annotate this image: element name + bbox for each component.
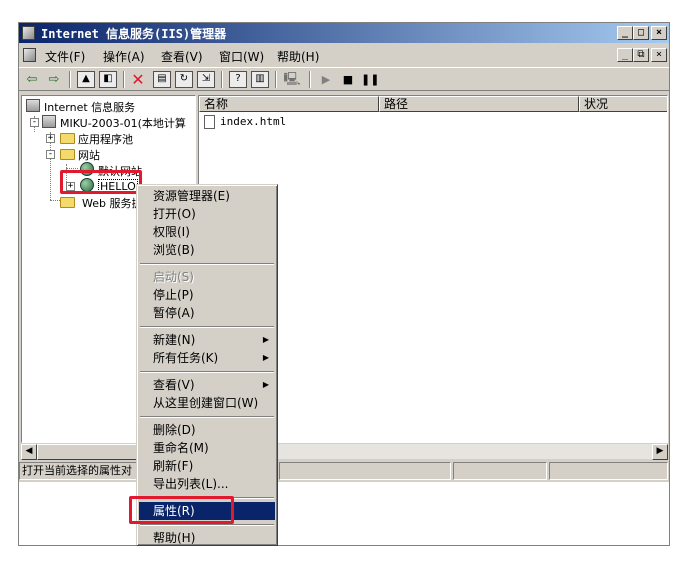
menu-item-new-window[interactable]: 从这里创建窗口(W) [139,394,275,412]
status-panel [453,462,547,480]
file-icon [204,115,215,129]
menu-item-stop[interactable]: 停止(P) [139,286,275,304]
export-list-icon[interactable]: ⇲ [197,71,215,88]
tree-item-web-extensions[interactable]: Web 服务扩 [82,195,142,211]
maximize-button[interactable]: □ [633,26,649,40]
back-arrow-icon[interactable]: ⇦ [23,71,41,88]
console-icon[interactable] [23,48,36,62]
list-item-index-html[interactable]: index.html [220,115,286,128]
menu-item-export-list[interactable]: 导出列表(L)... [139,475,275,493]
menu-item-pause[interactable]: 暂停(A) [139,304,275,322]
show-hide-tree-icon[interactable]: ◧ [99,71,117,88]
column-header-path[interactable]: 路径 [379,96,579,112]
toolbar: ⇦ ⇨ ▲ ◧ ✕ ▤ ↻ ⇲ ? ▥ 🖳 ▶ ■ ❚❚ [19,67,669,91]
minimize-button[interactable]: _ [617,26,633,40]
computer-icon [42,115,56,128]
menu-item-all-tasks[interactable]: 所有任务(K) ▶ [139,349,275,367]
menu-item-view[interactable]: 查看(V) ▶ [139,376,275,394]
column-header-name[interactable]: 名称 [199,96,379,112]
toolbar-separator [221,71,223,88]
menu-item-help[interactable]: 帮助(H) [139,529,275,547]
collapse-toggle[interactable]: - [30,118,39,127]
horizontal-scrollbar[interactable]: ◀ ▶ [21,443,668,460]
menu-action[interactable]: 操作(A) [103,48,145,65]
pause-icon[interactable]: ❚❚ [361,71,379,88]
menu-item-rename[interactable]: 重命名(M) [139,439,275,457]
menu-item-explorer[interactable]: 资源管理器(E) [139,187,275,205]
menu-item-new[interactable]: 新建(N) ▶ [139,331,275,349]
hello-highlight-box [60,170,142,194]
menu-separator [140,326,274,328]
menu-view[interactable]: 查看(V) [161,48,203,65]
show-hide-action-pane-icon[interactable]: ▥ [251,71,269,88]
child-restore-button[interactable]: ⧉ [633,48,649,62]
close-button[interactable]: × [651,26,667,40]
up-level-icon[interactable]: ▲ [77,71,95,88]
menu-separator [140,416,274,418]
tree-item-app-pools[interactable]: 应用程序池 [78,131,133,147]
iis-root-icon [26,99,40,112]
delete-icon[interactable]: ✕ [129,71,147,88]
expand-toggle[interactable]: + [46,134,55,143]
stop-icon[interactable]: ■ [339,71,357,88]
context-menu: 资源管理器(E) 打开(O) 权限(I) 浏览(B) 启动(S) 停止(P) 暂… [136,184,278,546]
properties-highlight-box [129,496,234,524]
column-header-status[interactable]: 状况 [579,96,667,112]
window-title: Internet 信息服务(IIS)管理器 [41,27,227,41]
refresh-icon[interactable]: ↻ [175,71,193,88]
toolbar-separator [123,71,125,88]
toolbar-separator [69,71,71,88]
menu-item-new-label: 新建(N) [153,333,196,347]
properties-icon[interactable]: ▤ [153,71,171,88]
tree-item-websites[interactable]: 网站 [78,147,100,163]
toolbar-separator [275,71,277,88]
help-icon[interactable]: ? [229,71,247,88]
tree-item-computer[interactable]: MIKU-2003-01(本地计算 [60,115,186,131]
submenu-arrow-icon: ▶ [262,380,269,389]
child-close-button[interactable]: × [651,48,667,62]
child-minimize-button[interactable]: _ [617,48,633,62]
folder-icon [60,197,75,208]
scroll-right-button[interactable]: ▶ [652,444,668,460]
status-panel [279,462,451,480]
scroll-left-button[interactable]: ◀ [21,444,37,460]
submenu-arrow-icon: ▶ [262,353,269,362]
menu-window[interactable]: 窗口(W) [219,48,264,65]
menu-separator [140,524,274,526]
computer-icon[interactable]: 🖳 [283,71,301,88]
tree-item-iis-root[interactable]: Internet 信息服务 [44,99,135,115]
menu-separator [140,371,274,373]
menu-item-open[interactable]: 打开(O) [139,205,275,223]
menu-item-refresh[interactable]: 刷新(F) [139,457,275,475]
toolbar-separator [309,71,311,88]
status-bar: 打开当前选择的属性对 [19,461,669,481]
menu-help[interactable]: 帮助(H) [277,48,319,65]
collapse-toggle[interactable]: - [46,150,55,159]
menu-item-all-tasks-label: 所有任务(K) [153,351,219,365]
status-panel [549,462,668,480]
folder-icon [60,133,75,144]
menu-item-browse[interactable]: 浏览(B) [139,241,275,259]
submenu-arrow-icon: ▶ [262,335,269,344]
menu-file[interactable]: 文件(F) [45,48,85,65]
menu-item-permissions[interactable]: 权限(I) [139,223,275,241]
start-icon[interactable]: ▶ [317,71,335,88]
folder-icon [60,149,75,160]
background-area [19,482,669,545]
menu-item-delete[interactable]: 删除(D) [139,421,275,439]
mmc-app-icon[interactable] [22,26,35,40]
menu-item-view-label: 查看(V) [153,378,195,392]
title-bar[interactable]: Internet 信息服务(IIS)管理器 _ □ × [19,23,669,43]
menu-item-start: 启动(S) [153,270,194,284]
menu-separator [140,263,274,265]
forward-arrow-icon[interactable]: ⇨ [45,71,63,88]
menu-bar: 文件(F) 操作(A) 查看(V) 窗口(W) 帮助(H) _ ⧉ × [19,44,669,66]
